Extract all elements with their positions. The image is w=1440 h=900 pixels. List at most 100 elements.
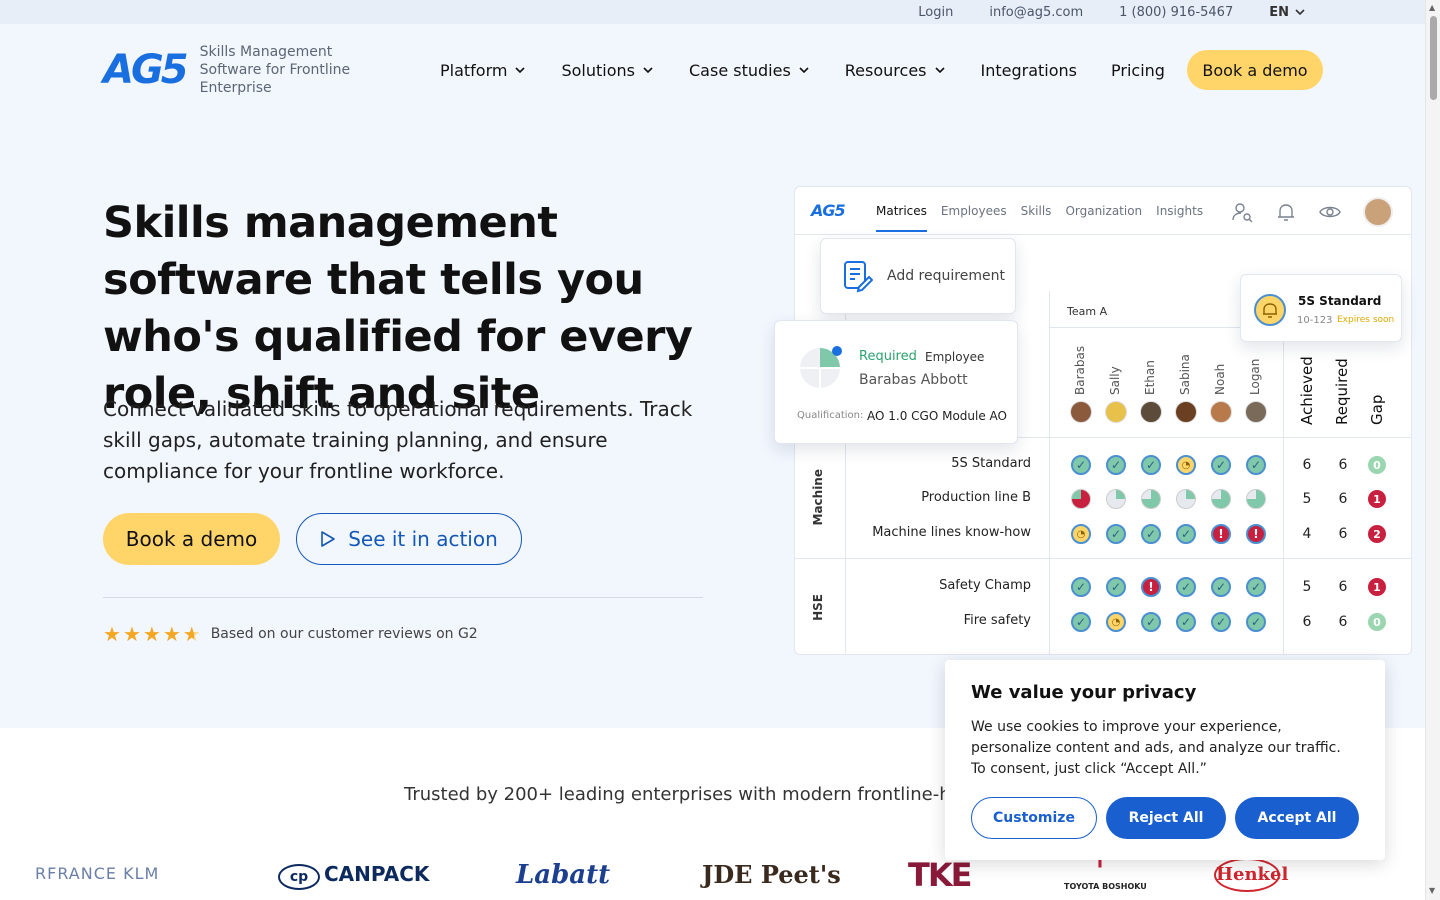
phone-link[interactable]: 1 (800) 916-5467 xyxy=(1119,5,1233,20)
reviews-text: Based on our customer reviews on G2 xyxy=(210,626,478,642)
matrix-cell-warn[interactable]: ◔ xyxy=(1071,524,1091,544)
matrix-cell-ok[interactable]: ✓ xyxy=(1211,612,1231,632)
matrix-row-label: Production line B xyxy=(921,490,1031,505)
matrix-cell-part3[interactable] xyxy=(1211,489,1231,509)
grid-line xyxy=(795,558,1411,559)
required-count: 6 xyxy=(1338,579,1348,595)
nav-item-label: Integrations xyxy=(980,60,1078,80)
top-utility-bar: Login info@ag5.com 1 (800) 916-5467 EN xyxy=(0,0,1425,24)
bell-alert-icon xyxy=(1254,294,1286,326)
matrix-cell-ok[interactable]: ✓ xyxy=(1141,455,1161,475)
matrix-cell-ok[interactable]: ✓ xyxy=(1176,577,1196,597)
reject-all-button[interactable]: Reject All xyxy=(1106,797,1226,839)
matrix-cell-part[interactable] xyxy=(1176,489,1196,509)
login-link[interactable]: Login xyxy=(918,5,953,20)
nav-item-case-studies[interactable]: Case studies xyxy=(689,61,811,80)
language-label: EN xyxy=(1269,4,1289,20)
matrix-cell-part3[interactable] xyxy=(1246,489,1266,509)
logo-canpack: cp CANPACK xyxy=(278,862,429,890)
matrix-cell-warn[interactable]: ◔ xyxy=(1176,455,1196,475)
book-demo-button[interactable]: Book a demo xyxy=(103,513,280,565)
nav-item-pricing[interactable]: Pricing xyxy=(1111,61,1165,80)
matrix-cell-partred[interactable] xyxy=(1071,489,1091,509)
standard-title: 5S Standard xyxy=(1298,294,1382,308)
nav-item-platform[interactable]: Platform xyxy=(440,61,527,80)
accept-all-button[interactable]: Accept All xyxy=(1235,797,1359,839)
standard-code: 10-123 xyxy=(1297,315,1333,326)
matrix-cell-ok[interactable]: ✓ xyxy=(1141,524,1161,544)
employee-name: Sabina xyxy=(1178,354,1192,395)
team-label: Team A xyxy=(1067,305,1108,318)
logo-block[interactable]: AG5 Skills Management Software for Front… xyxy=(103,43,390,97)
logo-tagline: Skills Management Software for Frontline… xyxy=(199,44,351,96)
logo-labatt: Labatt xyxy=(516,860,611,890)
employee-avatar xyxy=(1245,401,1267,423)
matrix-cell-ok[interactable]: ✓ xyxy=(1071,612,1091,632)
matrix-cell-bad[interactable]: ! xyxy=(1246,524,1266,544)
language-selector[interactable]: EN xyxy=(1269,5,1307,20)
gap-badge: 1 xyxy=(1368,490,1386,508)
matrix-cell-ok[interactable]: ✓ xyxy=(1176,612,1196,632)
scroll-up-arrow-icon[interactable]: ▲ xyxy=(1429,3,1435,12)
matrix-cell-ok[interactable]: ✓ xyxy=(1211,577,1231,597)
customize-button[interactable]: Customize xyxy=(971,797,1097,839)
nav-item-label: Case studies xyxy=(689,60,791,80)
nav-item-label: Platform xyxy=(440,60,508,80)
group-label-machine: Machine xyxy=(811,469,825,526)
matrix-cell-part3[interactable] xyxy=(1141,489,1161,509)
matrix-cell-ok[interactable]: ✓ xyxy=(1246,612,1266,632)
scroll-down-arrow-icon[interactable]: ▼ xyxy=(1429,886,1435,895)
logo-henkel: Henkel xyxy=(1214,858,1288,892)
nav-book-demo-button[interactable]: Book a demo xyxy=(1187,50,1323,90)
gap-badge: 0 xyxy=(1368,456,1386,474)
nav-item-integrations[interactable]: Integrations xyxy=(981,61,1078,80)
logo-canpack-text: CANPACK xyxy=(324,862,430,886)
scroll-thumb[interactable] xyxy=(1430,16,1437,100)
achieved-count: 5 xyxy=(1302,491,1312,507)
logo-airfrance-klm: RFRANCE KLM xyxy=(35,864,160,883)
app-tab-skills: Skills xyxy=(1020,204,1052,218)
matrix-cell-ok[interactable]: ✓ xyxy=(1106,524,1126,544)
nav-item-label: Solutions xyxy=(561,60,635,80)
qualification-label: Qualification: xyxy=(797,410,864,421)
employee-avatar xyxy=(1140,401,1162,423)
eye-icon xyxy=(1319,206,1341,218)
half-star-icon: ★ xyxy=(182,622,201,646)
page-scrollbar[interactable]: ▲ ▼ xyxy=(1425,0,1440,900)
chevron-down-icon xyxy=(799,67,809,74)
matrix-cell-ok[interactable]: ✓ xyxy=(1246,455,1266,475)
see-in-action-button[interactable]: See it in action xyxy=(296,513,522,565)
hero-title: Skills management software that tells yo… xyxy=(103,198,693,419)
matrix-row-label: Machine lines know-how xyxy=(872,525,1031,540)
employee-avatar xyxy=(1210,401,1232,423)
matrix-cell-ok[interactable]: ✓ xyxy=(1071,455,1091,475)
nav-item-resources[interactable]: Resources xyxy=(845,61,947,80)
logo-toyota-text: TOYOTA BOSHOKU xyxy=(1064,882,1147,891)
matrix-cell-ok[interactable]: ✓ xyxy=(1071,577,1091,597)
hero-divider xyxy=(103,597,703,598)
nav-item-solutions[interactable]: Solutions xyxy=(561,61,655,80)
matrix-cell-warn[interactable]: ◔ xyxy=(1106,612,1126,632)
requirement-role: Employee xyxy=(925,350,985,364)
see-in-action-label: See it in action xyxy=(348,527,498,551)
matrix-cell-ok[interactable]: ✓ xyxy=(1246,577,1266,597)
user-avatar xyxy=(1363,197,1393,227)
matrix-cell-bad[interactable]: ! xyxy=(1211,524,1231,544)
matrix-cell-ok[interactable]: ✓ xyxy=(1211,455,1231,475)
matrix-cell-ok[interactable]: ✓ xyxy=(1106,455,1126,475)
required-count: 6 xyxy=(1338,614,1348,630)
matrix-row-label: Safety Champ xyxy=(939,578,1031,593)
matrix-cell-part[interactable] xyxy=(1106,489,1126,509)
gap-badge: 1 xyxy=(1368,578,1386,596)
matrix-cell-bad[interactable]: ! xyxy=(1141,577,1161,597)
achieved-count: 6 xyxy=(1302,614,1312,630)
matrix-cell-ok[interactable]: ✓ xyxy=(1176,524,1196,544)
app-tab-matrices: Matrices xyxy=(876,204,927,232)
matrix-cell-ok[interactable]: ✓ xyxy=(1141,612,1161,632)
matrix-cell-ok[interactable]: ✓ xyxy=(1106,577,1126,597)
grid-line xyxy=(1283,291,1284,654)
email-link[interactable]: info@ag5.com xyxy=(989,5,1083,20)
star-icon: ★ xyxy=(122,622,141,646)
add-requirement-popup[interactable]: Add requirement xyxy=(820,238,1016,314)
nav-item-label: Resources xyxy=(844,60,927,80)
